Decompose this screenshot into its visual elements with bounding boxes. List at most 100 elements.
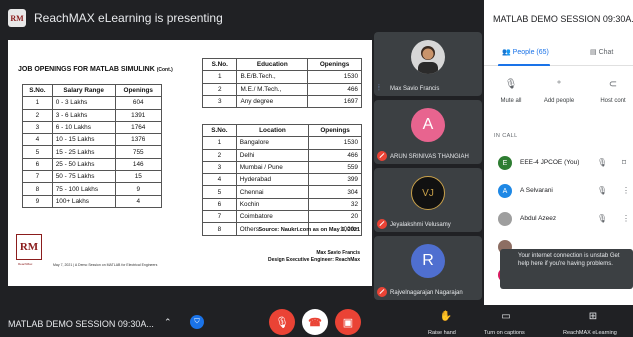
table-cell: 8 (22, 182, 53, 196)
participant-tile[interactable]: VJ Jeyalakshmi Velusamy (374, 168, 482, 232)
list-item[interactable]: E EEE-4 JPCOE (You) 🎙 ⌑ (484, 150, 633, 178)
table-header-row: S.No. Location Openings (202, 123, 362, 138)
table-cell: 4 (22, 133, 53, 147)
table-row: 2 Delhi 466 (202, 148, 362, 162)
participant-tile[interactable]: ⦙ Max Savio Francis (374, 32, 482, 96)
avatar: R (411, 244, 445, 278)
column-header: S.No. (202, 123, 237, 138)
tile-name: ARUN SRINIVAS THANGIAH (390, 154, 469, 160)
table-cell: B.E/B.Tech., (236, 70, 309, 84)
table-cell: 25 - 50 Lakhs (51, 157, 116, 172)
table-row: 1 B.E/B.Tech., 1530 (201, 70, 362, 84)
slide-logo-caption: ReachMax (18, 262, 33, 266)
mic-off-icon: 🎙 (597, 158, 608, 167)
raise-hand-icon[interactable]: ✋ (438, 311, 454, 322)
table-cell: 559 (308, 160, 362, 175)
mic-off-icon: 🎙 (275, 316, 289, 329)
presenting-label[interactable]: ReachMAX eLearning (563, 330, 617, 336)
table-header-row: S.No. Salary Range Openings (22, 83, 163, 98)
table-cell: 0 - 3 Lakhs (51, 96, 116, 110)
connection-warning-text: Your internet connection is unstab Get h… (518, 253, 620, 267)
slide-source: Source: Naukri.com as on May 6, 2021 (258, 227, 360, 233)
table-cell: Bangalore (235, 136, 310, 150)
participant-tiles: ⦙ Max Savio Francis A ARUN SRINIVAS THAN… (374, 32, 482, 300)
table-cell: Chennai (235, 185, 310, 199)
table-cell: 2 (201, 82, 238, 96)
shared-slide: JOB OPENINGS FOR MATLAB SIMULINK (Cont.)… (8, 40, 372, 286)
slide-title-suffix: (Cont.) (156, 67, 173, 73)
list-item[interactable]: A A Selvarani 🎙 ⋮ (484, 178, 633, 206)
captions-label[interactable]: Turn on captions (484, 330, 525, 336)
table-cell: 8 (202, 222, 237, 236)
table-cell: 15 (114, 170, 163, 184)
table-row: 1 Bangalore 1530 (202, 136, 362, 150)
table-cell: 7 (202, 210, 237, 224)
microphone-toggle-button[interactable]: 🎙 (269, 309, 295, 335)
table-row: 5 15 - 25 Lakhs 755 (22, 145, 163, 159)
slide-presenter-name: Max Savio Francis (316, 250, 360, 256)
table-cell: 5 (202, 185, 237, 199)
column-header: Education (236, 57, 309, 72)
tile-name: Jeyalakshmi Velusamy (390, 222, 451, 228)
avatar: E (498, 156, 512, 170)
host-controls-icon: ⊂ (608, 79, 618, 90)
table-row: 9 100+ Lakhs 4 (22, 194, 163, 208)
add-person-icon: ⁺ (556, 79, 562, 90)
participant-tile[interactable]: R Rajvelnagarajan Nagarajan (374, 236, 482, 300)
mute-all-button[interactable]: 🎙 Mute all (486, 78, 536, 104)
meet-window: RM ReachMAX eLearning is presenting JOB … (0, 0, 633, 337)
table-row: 10 - 3 Lakhs 604 (22, 96, 163, 110)
table-cell: 3 (201, 94, 238, 109)
slide-title-text: JOB OPENINGS FOR MATLAB SIMULINK (18, 66, 155, 73)
mic-off-icon (377, 287, 387, 297)
table-cell: 146 (114, 157, 163, 172)
chevron-up-icon[interactable]: ⌃ (164, 317, 172, 328)
tab-chat-label: Chat (598, 49, 614, 56)
list-item[interactable]: Abdul Azeez 🎙 ⋮ (484, 206, 633, 234)
table-cell: 4 (202, 173, 237, 187)
slide-logo: RM (16, 234, 42, 260)
slide-title: JOB OPENINGS FOR MATLAB SIMULINK (Cont.) (18, 66, 173, 73)
table-row: 6 25 - 50 Lakhs 146 (22, 157, 163, 172)
people-icon: 👥 (502, 49, 511, 56)
leave-call-button[interactable]: ☎ (302, 309, 328, 335)
table-cell: 399 (308, 173, 362, 187)
table-row: 3 Any degree 1697 (201, 94, 362, 109)
add-people-button[interactable]: ⁺ Add people (534, 78, 584, 104)
avatar: VJ (411, 176, 445, 210)
table-cell: 100+ Lakhs (51, 194, 116, 208)
add-people-label: Add people (543, 98, 575, 104)
more-options-icon[interactable]: ⋮ (622, 186, 630, 195)
panel-title: MATLAB DEMO SESSION 09:30A... (493, 14, 633, 24)
table-row: 8 75 - 100 Lakhs 9 (22, 182, 163, 196)
meeting-name[interactable]: MATLAB DEMO SESSION 09:30A... (8, 319, 154, 329)
mic-off-icon: 🎙 (597, 186, 608, 195)
pin-icon[interactable]: ⌑ (622, 158, 626, 167)
captions-icon[interactable]: ▭ (498, 311, 514, 322)
host-controls-button[interactable]: ⊂ Host cont (588, 78, 633, 104)
participant-tile[interactable]: A ARUN SRINIVAS THANGIAH (374, 100, 482, 164)
table-cell: Any degree (236, 94, 309, 109)
column-header: Openings (307, 57, 362, 72)
table-cell: 3 (202, 160, 237, 175)
raise-hand-label[interactable]: Raise hand (428, 330, 456, 336)
table-cell: 1 (201, 70, 238, 84)
slide-presenter-role: Design Executive Engineer: ReachMax (268, 257, 360, 263)
camera-toggle-button[interactable]: ▣ (335, 309, 361, 335)
column-header: S.No. (201, 57, 238, 72)
tab-chat[interactable]: ▤ Chat (590, 48, 613, 56)
present-icon[interactable]: ⊞ (585, 311, 601, 322)
presenting-bar: RM ReachMAX eLearning is presenting (0, 0, 484, 36)
table-cell: 50 - 75 Lakhs (51, 170, 116, 184)
table-cell: 20 (308, 210, 362, 224)
avatar: A (498, 184, 512, 198)
table-cell: 75 - 100 Lakhs (51, 182, 116, 196)
mic-off-icon (377, 151, 387, 161)
connection-warning-toast[interactable]: Your internet connection is unstab Get h… (500, 249, 633, 289)
table-cell: Delhi (235, 148, 310, 162)
shield-icon[interactable]: ⛉ (190, 315, 204, 329)
table-cell: 1 (202, 136, 237, 150)
table-cell: 755 (114, 145, 163, 159)
more-options-icon[interactable]: ⋮ (622, 214, 630, 223)
tab-people[interactable]: 👥 People (65) (502, 48, 549, 56)
